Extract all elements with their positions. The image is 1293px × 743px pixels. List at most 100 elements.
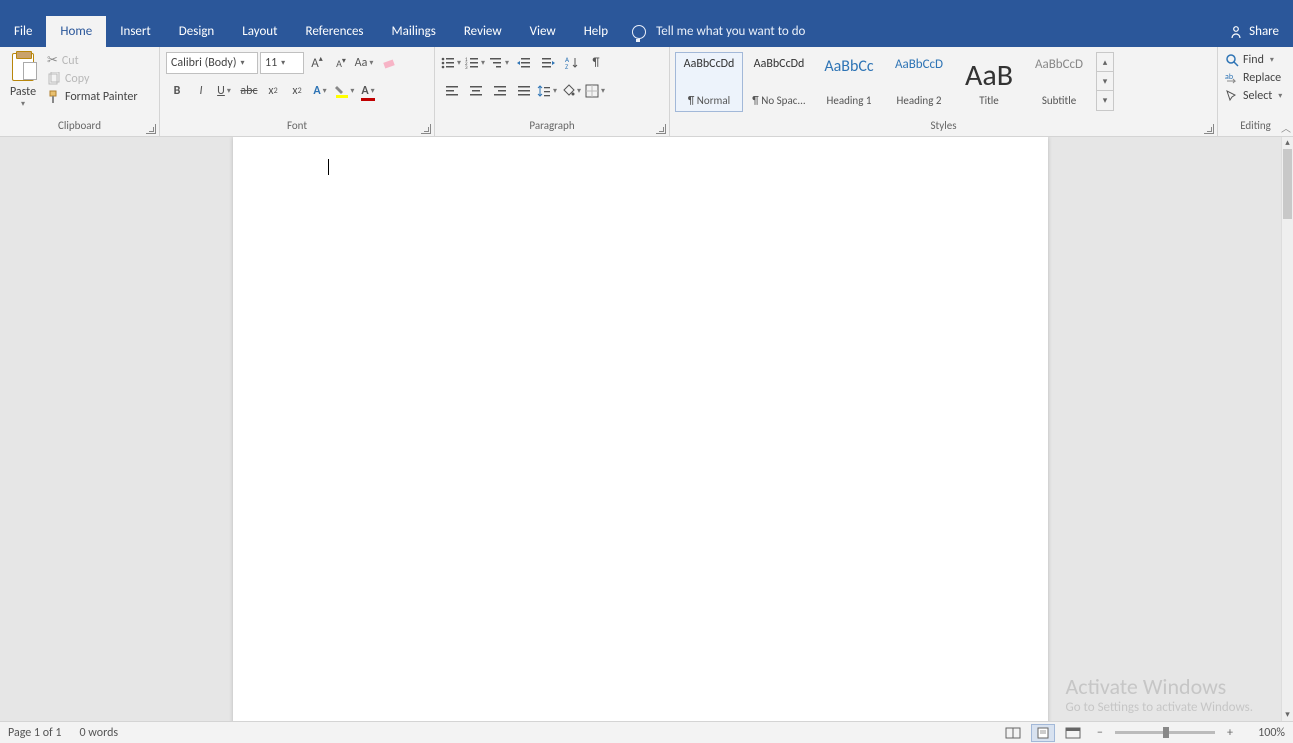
font-size-combo[interactable]: 11▾ <box>260 52 304 74</box>
paste-button[interactable]: Paste ▾ <box>4 51 42 109</box>
tab-insert[interactable]: Insert <box>106 16 165 47</box>
vertical-scrollbar[interactable]: ▴ ▾ <box>1281 137 1293 721</box>
share-button[interactable]: Share <box>1215 16 1293 47</box>
format-painter-button[interactable]: Format Painter <box>44 88 141 106</box>
bold-button[interactable]: B <box>166 80 188 102</box>
show-hide-button[interactable]: ¶ <box>585 52 607 74</box>
bullets-button[interactable]: ▾ <box>441 52 463 74</box>
font-name-combo[interactable]: Calibri (Body)▾ <box>166 52 258 74</box>
group-font-label: Font <box>287 119 307 132</box>
document-workspace <box>0 137 1281 721</box>
tab-mailings[interactable]: Mailings <box>378 16 450 47</box>
svg-text:3: 3 <box>465 65 468 70</box>
change-case-button[interactable]: Aa▾ <box>354 52 376 74</box>
multilevel-list-button[interactable]: ▾ <box>489 52 511 74</box>
scissors-icon: ✂ <box>47 53 58 68</box>
numbering-icon: 123 <box>465 56 479 70</box>
tab-references[interactable]: References <box>292 16 378 47</box>
align-left-button[interactable] <box>441 80 463 102</box>
style---no-spac---[interactable]: AaBbCcDd¶ No Spac... <box>745 52 813 112</box>
shading-button[interactable]: ▾ <box>561 80 583 102</box>
numbering-button[interactable]: 123▾ <box>465 52 487 74</box>
font-color-button[interactable]: A▾ <box>358 80 380 102</box>
copy-button[interactable]: Copy <box>44 70 141 88</box>
paste-dropdown[interactable]: ▾ <box>19 99 27 109</box>
zoom-in-button[interactable]: + <box>1221 726 1239 740</box>
tab-file[interactable]: File <box>0 16 46 47</box>
style-preview: AaB <box>965 57 1013 94</box>
tab-review[interactable]: Review <box>450 16 516 47</box>
styles-more-button[interactable]: ▾ <box>1097 91 1113 110</box>
style-heading-2[interactable]: AaBbCcDHeading 2 <box>885 52 953 112</box>
font-launcher[interactable] <box>421 124 431 134</box>
superscript-button[interactable]: x2 <box>286 80 308 102</box>
tab-layout[interactable]: Layout <box>228 16 291 47</box>
style---normal[interactable]: AaBbCcDd¶ Normal <box>675 52 743 112</box>
clipboard-launcher[interactable] <box>146 124 156 134</box>
sort-button[interactable]: AZ <box>561 52 583 74</box>
decrease-indent-button[interactable] <box>513 52 535 74</box>
borders-button[interactable]: ▾ <box>585 80 607 102</box>
style-preview: AaBbCc <box>824 57 873 76</box>
italic-button[interactable]: I <box>190 80 212 102</box>
scroll-up-button[interactable]: ▴ <box>1282 137 1293 149</box>
find-icon <box>1225 53 1239 67</box>
scroll-down-button[interactable]: ▾ <box>1282 709 1293 721</box>
styles-down-button[interactable]: ▾ <box>1097 72 1113 91</box>
align-center-button[interactable] <box>465 80 487 102</box>
paragraph-launcher[interactable] <box>656 124 666 134</box>
borders-icon <box>585 84 599 98</box>
replace-button[interactable]: abReplace <box>1222 69 1284 87</box>
highlight-button[interactable]: ▾ <box>334 80 356 102</box>
text-effects-button[interactable]: A▾ <box>310 80 332 102</box>
web-layout-button[interactable] <box>1061 724 1085 742</box>
justify-icon <box>517 84 531 98</box>
style-subtitle[interactable]: AaBbCcDSubtitle <box>1025 52 1093 112</box>
copy-icon <box>47 72 61 86</box>
weblayout-icon <box>1065 727 1081 739</box>
zoom-slider[interactable] <box>1115 731 1215 734</box>
align-right-button[interactable] <box>489 80 511 102</box>
brush-icon <box>47 90 61 104</box>
shrink-font-button[interactable]: A▾ <box>330 52 352 74</box>
styles-launcher[interactable] <box>1204 124 1214 134</box>
tab-view[interactable]: View <box>516 16 570 47</box>
tab-help[interactable]: Help <box>570 16 622 47</box>
alignright-icon <box>493 84 507 98</box>
style-heading-1[interactable]: AaBbCcHeading 1 <box>815 52 883 112</box>
justify-button[interactable] <box>513 80 535 102</box>
tab-home[interactable]: Home <box>46 16 106 47</box>
status-bar: Page 1 of 1 0 words − + 100% <box>0 721 1293 743</box>
increase-indent-button[interactable] <box>537 52 559 74</box>
page-indicator[interactable]: Page 1 of 1 <box>8 726 62 740</box>
multilevel-icon <box>489 56 503 70</box>
style-title[interactable]: AaBTitle <box>955 52 1023 112</box>
print-layout-button[interactable] <box>1031 724 1055 742</box>
bullets-icon <box>441 56 455 70</box>
strikethrough-button[interactable]: abc <box>238 80 260 102</box>
select-button[interactable]: Select▾ <box>1222 87 1287 105</box>
alignleft-icon <box>445 84 459 98</box>
find-button[interactable]: Find▾ <box>1222 51 1279 69</box>
underline-button[interactable]: U▾ <box>214 80 236 102</box>
scroll-thumb[interactable] <box>1283 149 1292 219</box>
line-spacing-button[interactable]: ▾ <box>537 80 559 102</box>
clear-formatting-button[interactable] <box>378 52 400 74</box>
collapse-ribbon-button[interactable]: ︿ <box>1281 120 1291 135</box>
style-preview: AaBbCcD <box>895 57 943 72</box>
cut-button[interactable]: ✂Cut <box>44 51 141 70</box>
tell-me-search[interactable]: Tell me what you want to do <box>622 16 815 47</box>
styles-up-button[interactable]: ▴ <box>1097 53 1113 72</box>
subscript-button[interactable]: x2 <box>262 80 284 102</box>
word-count[interactable]: 0 words <box>80 726 119 740</box>
zoom-level[interactable]: 100% <box>1245 726 1285 740</box>
paste-label: Paste <box>10 85 36 99</box>
tab-design[interactable]: Design <box>165 16 228 47</box>
read-mode-button[interactable] <box>1001 724 1025 742</box>
linespacing-icon <box>537 84 551 98</box>
grow-font-button[interactable]: A▴ <box>306 52 328 74</box>
zoom-out-button[interactable]: − <box>1091 726 1109 740</box>
style-name-label: Subtitle <box>1042 94 1076 107</box>
tell-me-label: Tell me what you want to do <box>656 24 805 39</box>
document-page[interactable] <box>233 137 1048 721</box>
